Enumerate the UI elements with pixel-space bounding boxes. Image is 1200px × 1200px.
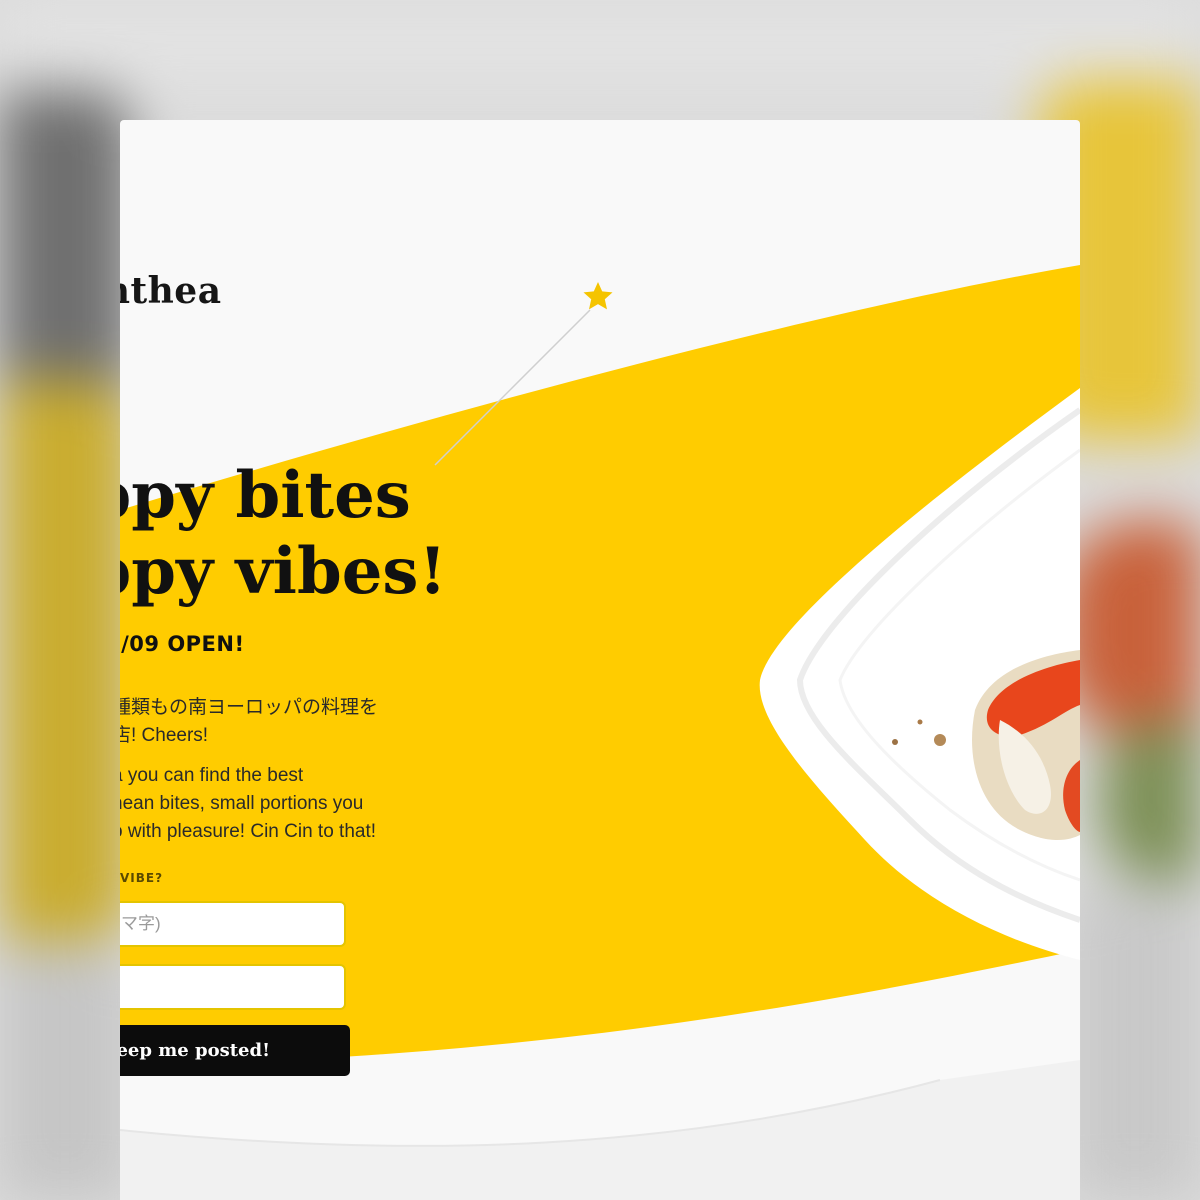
description-jp-line-1: 種類もの南ヨーロッパの料理を [120, 697, 379, 718]
brand-logo[interactable]: anthea [120, 270, 222, 312]
description-en-line-3: o with pleasure! Cin Cin to that! [120, 821, 377, 842]
hero-title-line-2: appy vibes! [120, 534, 447, 609]
opening-date: 2/09 OPEN! [120, 632, 245, 656]
description-english: a you can find the best nean bites, smal… [120, 762, 376, 846]
keep-me-posted-button[interactable]: eep me posted! [120, 1025, 350, 1076]
hero-title: appy bites appy vibes! [120, 458, 447, 610]
description-en-line-1: a you can find the best [120, 765, 304, 786]
description-en-line-2: nean bites, small portions you [120, 793, 364, 814]
name-input[interactable] [120, 901, 346, 947]
description-japanese: 種類もの南ヨーロッパの料理を 店! Cheers! [120, 694, 378, 750]
email-input[interactable] [120, 964, 346, 1010]
description-jp-line-2: 店! Cheers! [120, 725, 209, 746]
star-icon [583, 282, 613, 310]
hero-title-line-1: appy bites [120, 458, 411, 533]
landing-page-window: anthea appy bites appy vibes! 2/09 OPEN!… [120, 120, 1080, 1200]
signup-form-label: VIBE? [120, 871, 164, 885]
